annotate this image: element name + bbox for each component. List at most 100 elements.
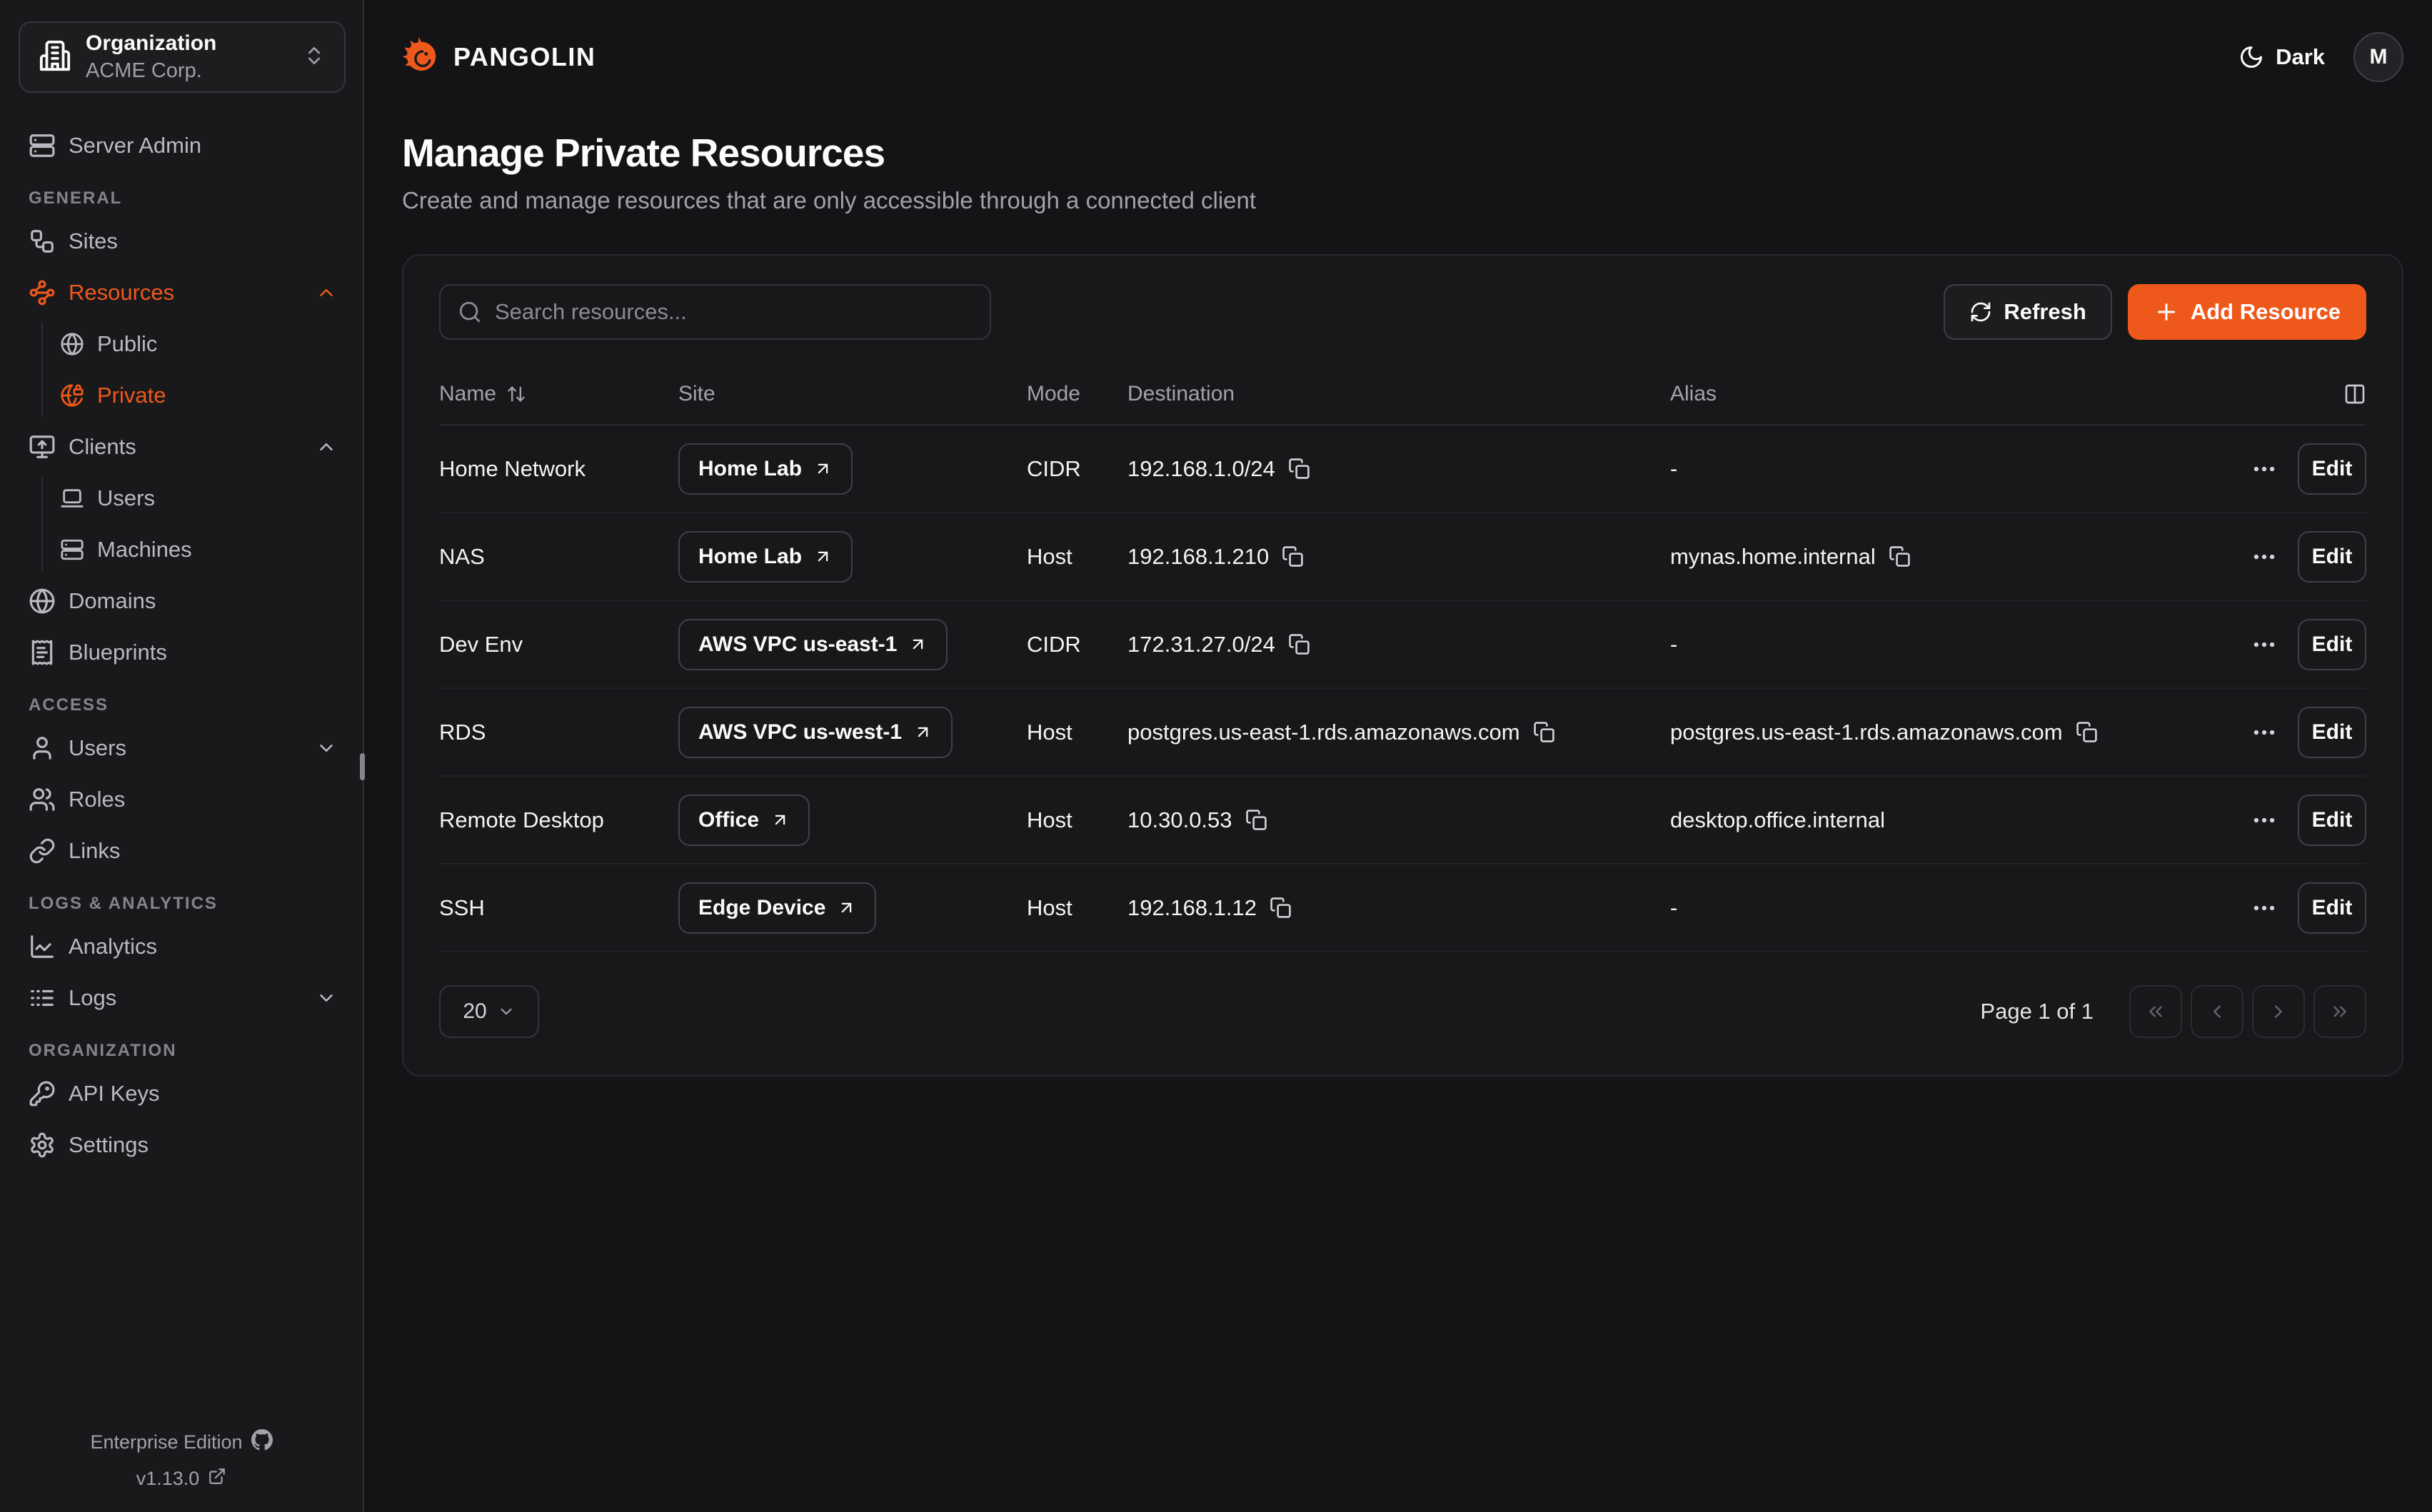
add-resource-button[interactable]: Add Resource (2128, 284, 2366, 340)
org-switcher-label: Organization (86, 31, 288, 56)
sidebar-item-roles[interactable]: Roles (29, 778, 337, 821)
org-switcher[interactable]: Organization ACME Corp. (19, 21, 346, 93)
site-link-button[interactable]: Edge Device (678, 882, 876, 934)
copy-alias-button[interactable] (2076, 721, 2098, 743)
refresh-button[interactable]: Refresh (1944, 284, 2111, 340)
sidebar-item-label: Settings (69, 1132, 149, 1158)
table-header: Name Site Mode Destination Alias (439, 364, 2366, 425)
link-icon (29, 837, 56, 865)
brand[interactable]: PANGOLIN (402, 36, 596, 79)
sidebar-item-label: Server Admin (69, 133, 201, 158)
avatar[interactable]: M (2353, 32, 2403, 82)
edit-button[interactable]: Edit (2298, 882, 2366, 934)
row-actions-menu-button[interactable] (2251, 894, 2278, 922)
sidebar-nav: Server Admin GENERAL Sites Resources Public P… (0, 124, 363, 1166)
sidebar-scrollbar[interactable] (360, 753, 365, 780)
row-actions-menu-button[interactable] (2251, 455, 2278, 483)
server-icon (29, 132, 56, 159)
alias-value: - (1670, 632, 1677, 657)
page-next-button[interactable] (2252, 985, 2305, 1038)
mode-value: CIDR (1027, 632, 1127, 657)
page-size-select[interactable]: 20 (439, 985, 539, 1038)
receipt-icon (29, 639, 56, 666)
sidebar-item-server-admin[interactable]: Server Admin (29, 124, 337, 167)
sidebar-item-users[interactable]: Users (29, 727, 337, 770)
sidebar-item-users[interactable]: Users (60, 477, 337, 520)
sidebar-item-links[interactable]: Links (29, 830, 337, 872)
sidebar-item-resources[interactable]: Resources (29, 271, 337, 314)
copy-destination-button[interactable] (1245, 809, 1267, 831)
site-link-button[interactable]: Home Lab (678, 531, 853, 583)
mode-value: Host (1027, 544, 1127, 570)
sidebar-item-public[interactable]: Public (60, 323, 337, 366)
page-subtitle: Create and manage resources that are onl… (402, 187, 2403, 214)
sidebar-item-machines[interactable]: Machines (60, 528, 337, 571)
column-header-destination: Destination (1127, 382, 1670, 406)
copy-destination-button[interactable] (1270, 897, 1292, 919)
copy-alias-button[interactable] (1889, 545, 1911, 568)
sidebar-section-general: GENERAL (29, 188, 337, 208)
destination-value: 192.168.1.0/24 (1127, 456, 1275, 482)
copy-destination-button[interactable] (1533, 721, 1555, 743)
row-actions-menu-button[interactable] (2251, 543, 2278, 570)
sidebar-item-clients[interactable]: Clients (29, 425, 337, 468)
chevron-left-icon (2206, 1001, 2228, 1022)
edit-button[interactable]: Edit (2298, 795, 2366, 846)
version-link[interactable]: v1.13.0 (0, 1467, 363, 1491)
site-link-button[interactable]: Office (678, 795, 810, 846)
row-actions-menu-button[interactable] (2251, 631, 2278, 658)
copy-destination-button[interactable] (1288, 633, 1310, 655)
sidebar-item-api-keys[interactable]: API Keys (29, 1072, 337, 1115)
sidebar-item-blueprints[interactable]: Blueprints (29, 631, 337, 674)
chevron-down-icon (497, 1002, 516, 1021)
edit-button[interactable]: Edit (2298, 707, 2366, 758)
columns-toggle-button[interactable] (2208, 383, 2366, 405)
column-header-name[interactable]: Name (439, 382, 678, 406)
copy-destination-button[interactable] (1282, 545, 1304, 568)
sidebar-item-analytics[interactable]: Analytics (29, 925, 337, 968)
edit-button[interactable]: Edit (2298, 443, 2366, 495)
chart-line-icon (29, 933, 56, 960)
sidebar-footer: Enterprise Edition v1.13.0 (0, 1418, 363, 1491)
destination-value: 192.168.1.12 (1127, 895, 1257, 921)
edit-button[interactable]: Edit (2298, 531, 2366, 583)
sidebar-item-label: Logs (69, 985, 116, 1011)
copy-destination-button[interactable] (1288, 458, 1310, 480)
search-input[interactable] (495, 299, 973, 325)
ellipsis-icon (2251, 894, 2278, 922)
sidebar-item-private[interactable]: Private (60, 374, 337, 417)
row-actions-menu-button[interactable] (2251, 807, 2278, 834)
site-link-button[interactable]: AWS VPC us-west-1 (678, 707, 953, 758)
site-link-button[interactable]: AWS VPC us-east-1 (678, 619, 948, 670)
table-body: Home NetworkHome LabCIDR192.168.1.0/24-E… (439, 425, 2366, 952)
sidebar-item-domains[interactable]: Domains (29, 580, 337, 623)
mode-value: Host (1027, 720, 1127, 745)
page-last-button[interactable] (2313, 985, 2366, 1038)
theme-toggle-button[interactable]: Dark (2238, 44, 2325, 70)
edition-link[interactable]: Enterprise Edition (0, 1429, 363, 1456)
ellipsis-icon (2251, 455, 2278, 483)
pangolin-logo (402, 36, 441, 79)
toolbar: Refresh Add Resource (439, 284, 2366, 340)
copy-icon (1270, 897, 1292, 919)
column-header-mode: Mode (1027, 382, 1127, 406)
theme-toggle-label: Dark (2276, 44, 2325, 70)
sidebar-item-sites[interactable]: Sites (29, 220, 337, 263)
page-previous-button[interactable] (2191, 985, 2243, 1038)
page-first-button[interactable] (2129, 985, 2182, 1038)
row-actions-menu-button[interactable] (2251, 719, 2278, 746)
arrow-up-right-icon (908, 635, 928, 654)
resource-name: Remote Desktop (439, 807, 678, 833)
site-link-button[interactable]: Home Lab (678, 443, 853, 495)
edit-button[interactable]: Edit (2298, 619, 2366, 670)
sidebar-item-settings[interactable]: Settings (29, 1124, 337, 1166)
page-info: Page 1 of 1 (1980, 999, 2094, 1024)
copy-icon (1288, 633, 1310, 655)
sidebar-subnav: Users Machines (41, 477, 337, 571)
sidebar-section-access: ACCESS (29, 695, 337, 715)
sidebar-item-logs[interactable]: Logs (29, 977, 337, 1019)
chevron-down-icon (316, 987, 337, 1009)
destination-value: postgres.us-east-1.rds.amazonaws.com (1127, 720, 1520, 745)
destination-value: 172.31.27.0/24 (1127, 632, 1275, 657)
alias-value: mynas.home.internal (1670, 544, 1876, 570)
